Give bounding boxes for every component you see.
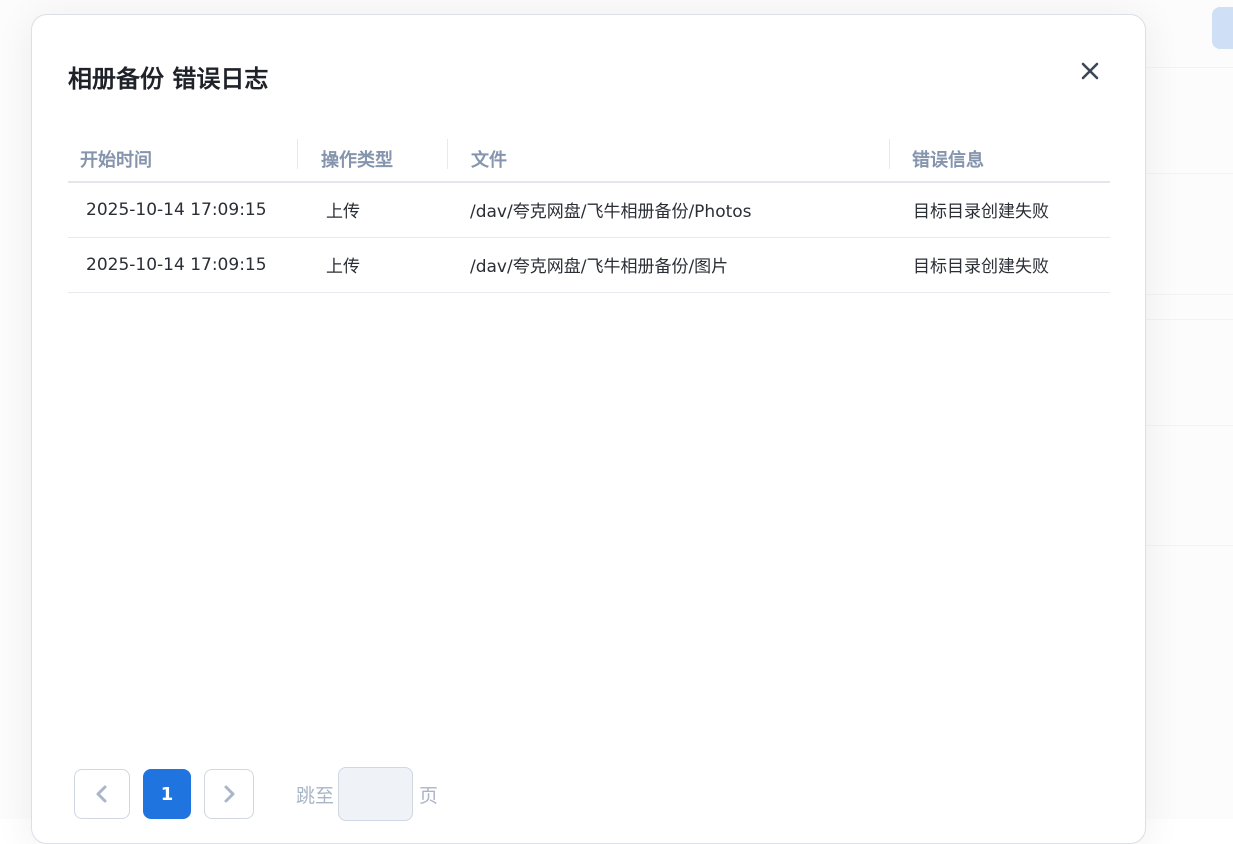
cell-type: 上传 (297, 237, 447, 293)
column-header-start-time: 开始时间 (68, 137, 297, 183)
close-icon (1081, 62, 1099, 80)
cell-error: 目标目录创建失败 (889, 237, 1110, 293)
cell-file: /dav/夸克网盘/飞牛相册备份/Photos (447, 182, 889, 238)
error-log-table: 开始时间 操作类型 文件 错误信息 2025-10-14 17:09:15 上传… (68, 137, 1110, 293)
pagination: 1 跳至 页 (74, 767, 438, 821)
chevron-right-icon (224, 785, 235, 803)
cell-file: /dav/夸克网盘/飞牛相册备份/图片 (447, 237, 889, 293)
error-log-dialog: 相册备份 错误日志 开始时间 操作类型 文件 错误信息 2025-10-14 1… (31, 14, 1146, 844)
column-header-operation-type: 操作类型 (297, 137, 447, 183)
jump-to-label: 跳至 (296, 784, 335, 807)
column-header-error-info: 错误信息 (889, 137, 1110, 183)
table-row: 2025-10-14 17:09:15 上传 /dav/夸克网盘/飞牛相册备份/… (68, 182, 1110, 238)
cell-time: 2025-10-14 17:09:15 (68, 182, 297, 238)
column-header-file: 文件 (447, 137, 889, 183)
dialog-title: 相册备份 错误日志 (68, 65, 269, 93)
page-1-button[interactable]: 1 (143, 769, 191, 819)
close-button[interactable] (1078, 59, 1102, 83)
cell-time: 2025-10-14 17:09:15 (68, 237, 297, 293)
table-row: 2025-10-14 17:09:15 上传 /dav/夸克网盘/飞牛相册备份/… (68, 237, 1110, 293)
cell-type: 上传 (297, 182, 447, 238)
page-suffix-label: 页 (419, 784, 439, 807)
next-page-button[interactable] (204, 769, 254, 819)
cell-error: 目标目录创建失败 (889, 182, 1110, 238)
chevron-left-icon (96, 785, 107, 803)
jump-page-input[interactable] (338, 767, 414, 821)
prev-page-button[interactable] (74, 769, 130, 819)
